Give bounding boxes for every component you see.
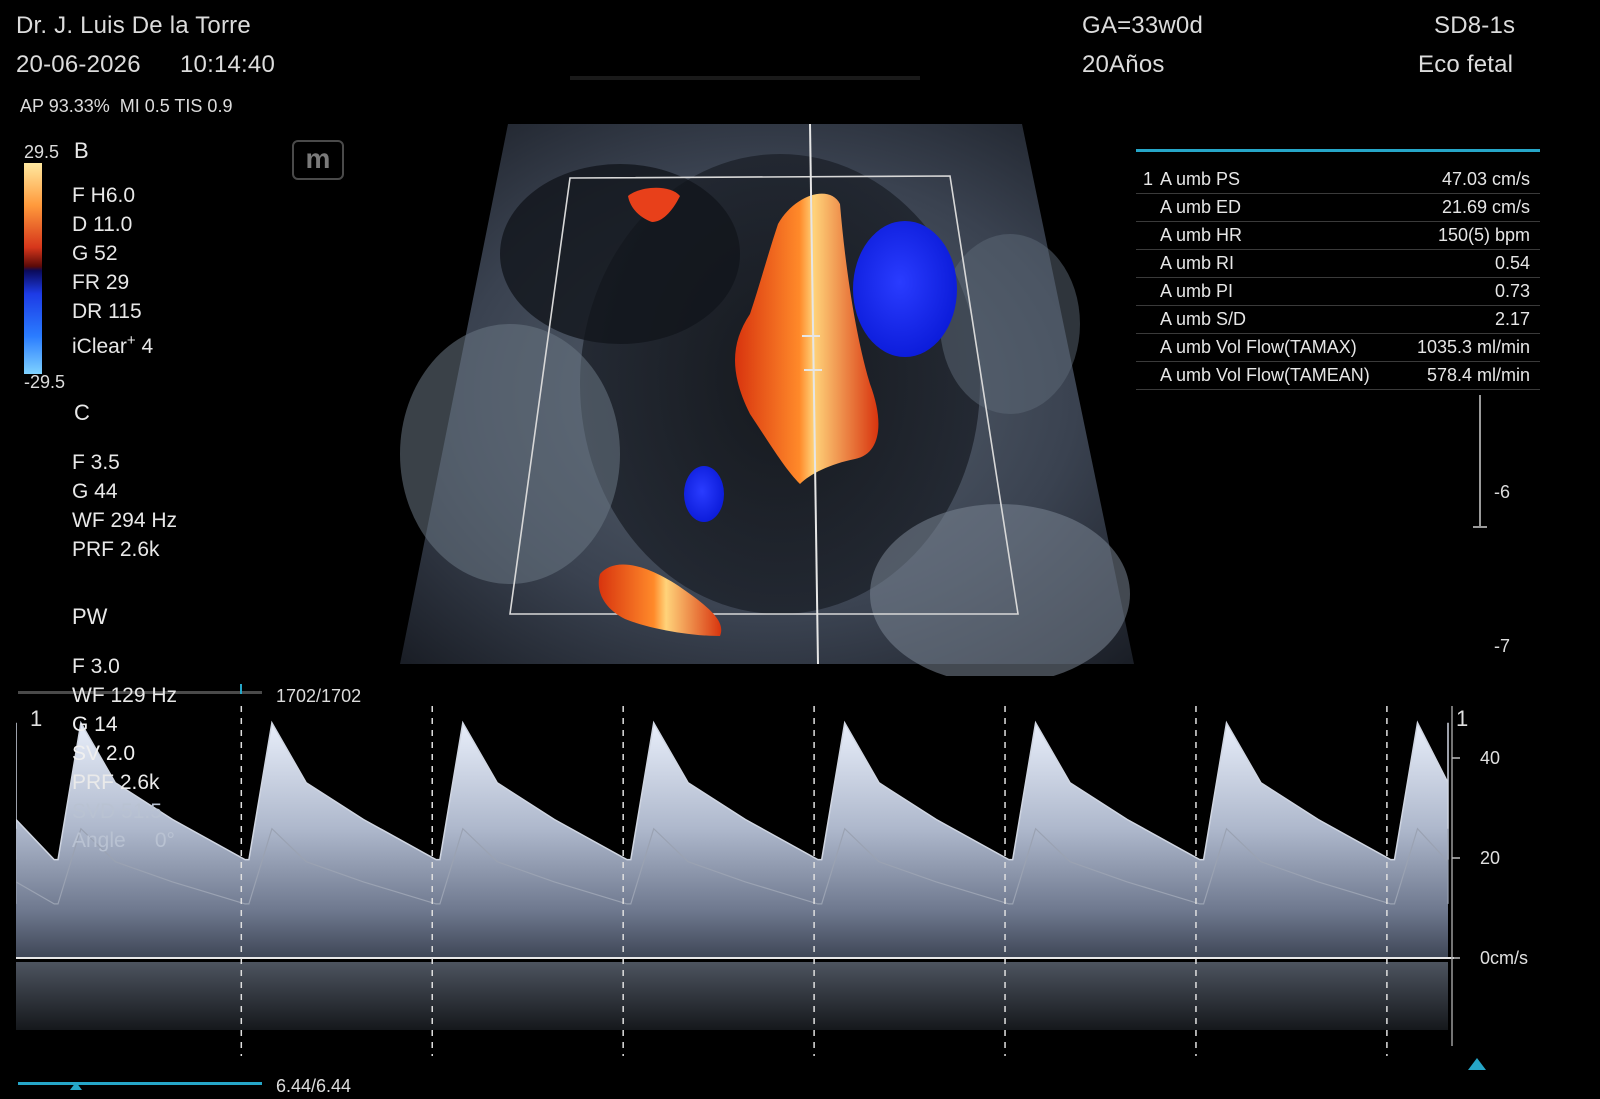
cursor-marker-left: 1	[30, 706, 43, 731]
measurement-row: A umb RI 0.54	[1136, 250, 1540, 278]
measurement-row: A umb PI 0.73	[1136, 278, 1540, 306]
measurement-label: A umb Vol Flow(TAMAX)	[1160, 337, 1357, 357]
pw-mode-params: F 3.0 WF 129 Hz G 14 SV 2.0 PRF 2.6k SVD…	[72, 652, 177, 855]
measurement-value: 0.54	[1494, 253, 1530, 273]
baseline-arrow-icon[interactable]	[1468, 1058, 1486, 1070]
b-mode-params: F H6.0 D 11.0 G 52 FR 29 DR 115 iClear+ …	[72, 181, 153, 361]
tissue-dark-region	[500, 164, 740, 344]
b-param: F H6.0	[72, 184, 136, 207]
measurement-label: A umb Vol Flow(TAMEAN)	[1160, 365, 1370, 385]
c-param: G 44	[72, 480, 118, 503]
c-mode-title: C	[74, 400, 90, 425]
depth-scale-tick	[1473, 526, 1487, 528]
probe-name: SD8-1s	[1434, 12, 1516, 39]
measurement-value: 578.4 ml/min	[1426, 365, 1530, 385]
iclear-param: iClear+ 4	[72, 326, 153, 361]
measurement-index	[1136, 222, 1160, 249]
header-divider	[570, 76, 920, 80]
spectrum-layer	[16, 706, 1460, 1056]
measurement-row: A umb S/D 2.17	[1136, 306, 1540, 334]
measurement-value: 1035.3 ml/min	[1416, 337, 1530, 357]
iclear-value: 4	[141, 335, 154, 358]
doctor-name: Dr. J. Luis De la Torre	[16, 12, 251, 39]
measurement-index	[1136, 362, 1160, 389]
frame-progress-handle[interactable]	[240, 684, 256, 694]
spectrum-reverse-band	[16, 962, 1448, 1030]
measurement-index: 1	[1142, 169, 1153, 189]
pw-param: Angle 0°	[72, 829, 175, 852]
b-mode-title: B	[74, 138, 89, 163]
depth-scale-line	[1479, 395, 1481, 527]
pw-param: WF 129 Hz	[72, 684, 178, 707]
b-param: G 52	[72, 242, 118, 265]
measurement-label: A umb ED	[1160, 197, 1242, 217]
gestational-age: GA=33w0d	[1082, 12, 1204, 39]
c-param: F 3.5	[72, 451, 120, 474]
c-mode-params: F 3.5 G 44 WF 294 Hz PRF 2.6k	[72, 448, 177, 564]
measurement-value: 2.17	[1494, 309, 1530, 329]
depth-label: -7	[1494, 636, 1511, 656]
velocity-label: 20	[1480, 848, 1501, 868]
pw-param: SVD 51.5	[72, 800, 162, 823]
exam-date: 20-06-2026	[16, 51, 141, 78]
b-param: DR 115	[72, 300, 142, 323]
velocity-label: 40	[1480, 748, 1501, 768]
velocity-label: 0cm/s	[1480, 948, 1529, 968]
exam-preset: Eco fetal	[1418, 51, 1514, 78]
measurement-row: A umb ED 21.69 cm/s	[1136, 194, 1540, 222]
c-param: PRF 2.6k	[72, 538, 160, 561]
pw-doppler-spectrum	[16, 706, 1460, 1056]
colorbar-max: 29.5	[24, 142, 60, 162]
measurement-index	[1136, 278, 1160, 305]
colorbar-min: -29.5	[24, 372, 66, 392]
measurement-label: A umb RI	[1160, 253, 1235, 273]
pw-mode-title: PW	[72, 604, 108, 629]
pw-param: F 3.0	[72, 655, 120, 678]
exam-time: 10:14:40	[180, 51, 276, 78]
measurement-index	[1136, 334, 1160, 361]
measurement-row: A umb Vol Flow(TAMEAN) 578.4 ml/min	[1136, 362, 1540, 390]
tissue-bright-region	[940, 234, 1080, 414]
time-progress-handle[interactable]	[70, 1082, 82, 1090]
c-param: WF 294 Hz	[72, 509, 178, 532]
pw-param: SV 2.0	[72, 742, 136, 765]
measurement-label: A umb PI	[1160, 281, 1234, 301]
measurement-label: A umb PS	[1160, 169, 1241, 189]
patient-age: 20Años	[1082, 51, 1165, 78]
iclear-sup: +	[126, 332, 136, 349]
frame-counter: 1702/1702	[276, 686, 362, 706]
blue-flow	[853, 221, 957, 357]
spectrum-fill	[16, 722, 1448, 958]
b-param: FR 29	[72, 271, 130, 294]
measurement-index	[1136, 306, 1160, 333]
measurement-index	[1136, 194, 1160, 221]
measurement-label: A umb HR	[1160, 225, 1243, 245]
cursor-marker-right: 1	[1456, 706, 1469, 731]
blue-flow-small	[684, 466, 724, 522]
measurement-value: 47.03 cm/s	[1441, 169, 1530, 189]
acoustic-output: AP 93.33% MI 0.5 TIS 0.9	[20, 96, 233, 116]
color-doppler-image	[400, 124, 1134, 676]
tissue-bright-region	[870, 504, 1130, 676]
measurement-row: 1 A umb PS 47.03 cm/s	[1136, 166, 1540, 194]
time-progress-track[interactable]	[18, 1082, 262, 1085]
b-param: D 11.0	[72, 213, 133, 236]
measurement-row: A umb Vol Flow(TAMAX) 1035.3 ml/min	[1136, 334, 1540, 362]
measurement-value: 0.73	[1494, 281, 1530, 301]
measurement-value: 21.69 cm/s	[1441, 197, 1530, 217]
iclear-label: iClear	[72, 335, 127, 358]
pw-param: PRF 2.6k	[72, 771, 160, 794]
measurement-table: 1 A umb PS 47.03 cm/s A umb ED 21.69 cm/s A…	[1136, 149, 1540, 390]
measurement-row: A umb HR 150(5) bpm	[1136, 222, 1540, 250]
velocity-colorbar	[24, 163, 42, 374]
m-logo-icon: m	[292, 140, 344, 180]
measurement-value: 150(5) bpm	[1437, 225, 1530, 245]
time-counter: 6.44/6.44	[276, 1076, 352, 1096]
depth-label: -6	[1494, 482, 1511, 502]
measurement-label: A umb S/D	[1160, 309, 1247, 329]
tissue-bright-region	[400, 324, 620, 584]
measurement-index	[1136, 250, 1160, 277]
pw-param: G 14	[72, 713, 118, 736]
